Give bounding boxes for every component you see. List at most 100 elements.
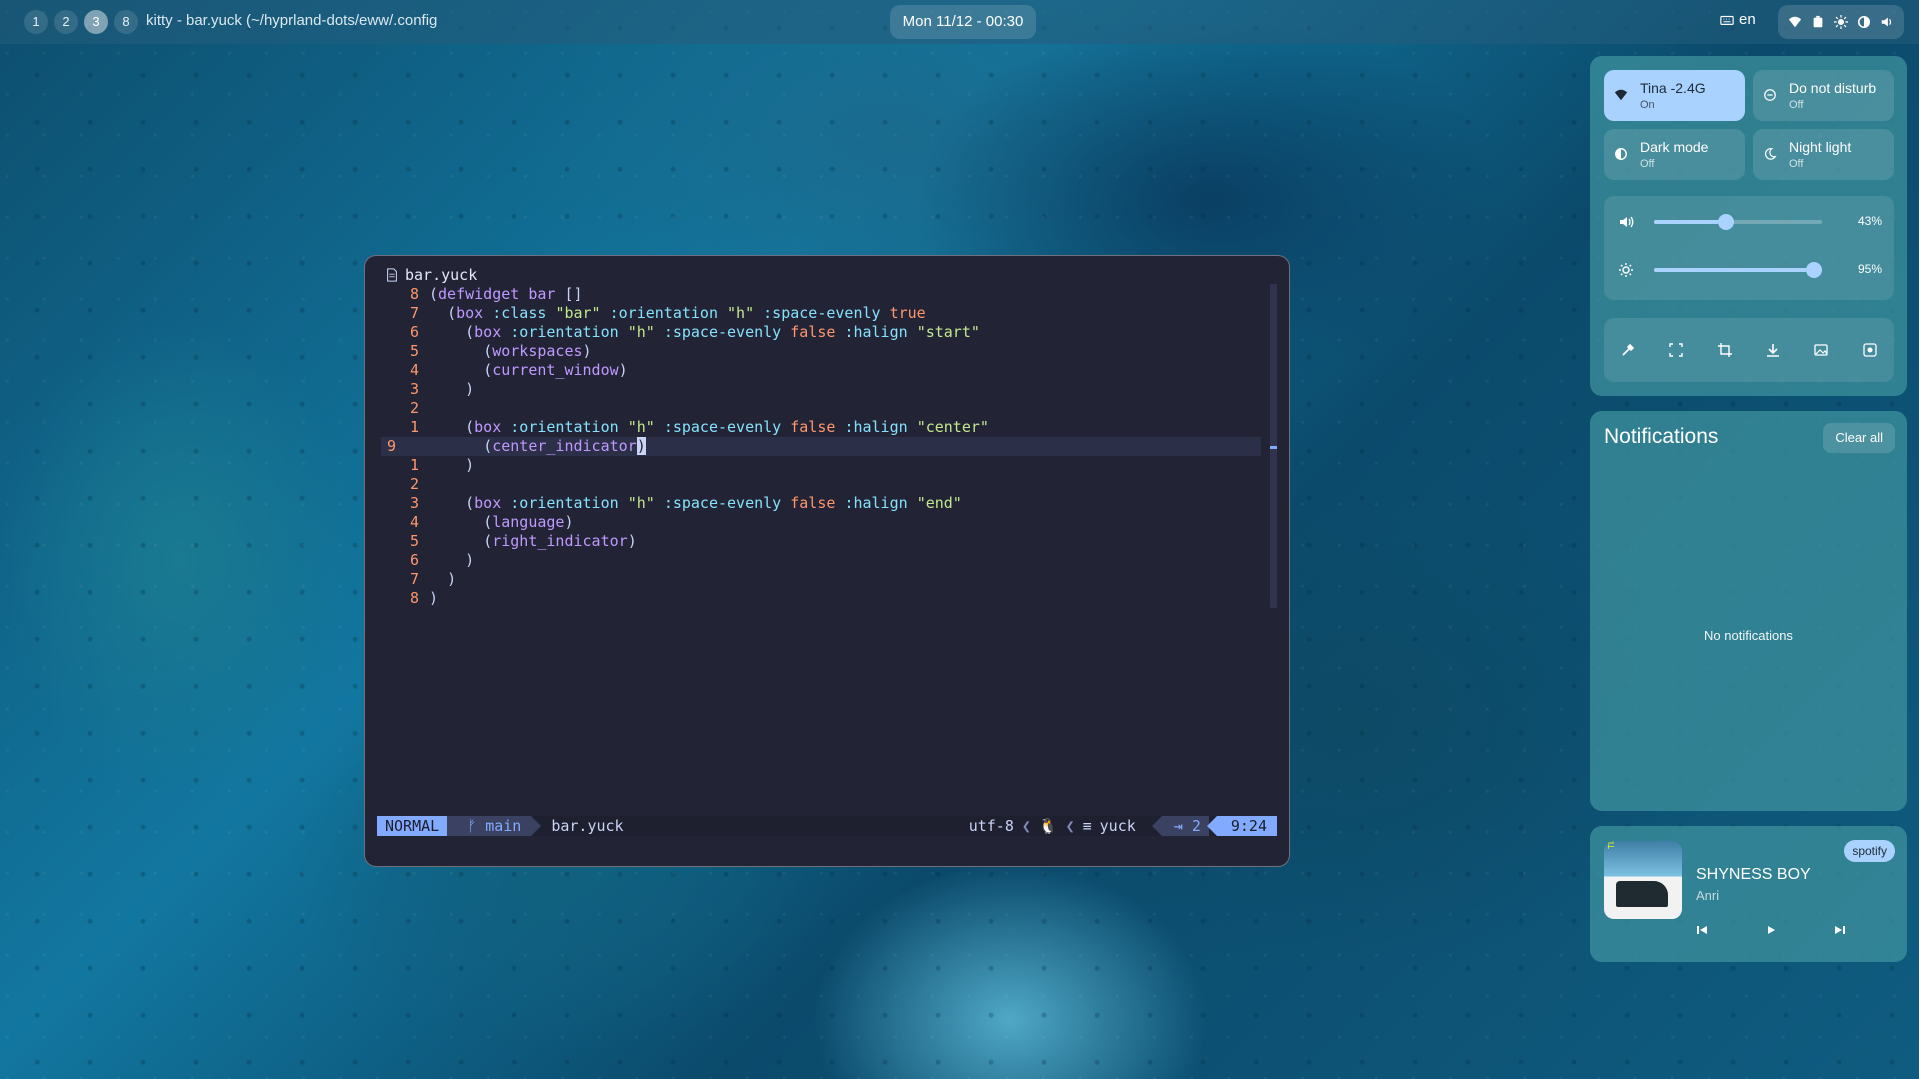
quick-settings-panel: Tina -2.4G On Do not disturb Off Dark mo… (1590, 56, 1907, 396)
color-picker-icon[interactable] (1620, 342, 1636, 358)
workspace-button-3[interactable]: 3 (84, 10, 108, 34)
language-label: en (1739, 11, 1756, 28)
crop-icon[interactable] (1717, 342, 1733, 358)
code-line: 4 (current_window) (409, 361, 628, 379)
toggle-state: Off (1640, 158, 1655, 170)
cursor-position: 9:24 (1206, 816, 1277, 836)
terminal-window[interactable]: bar.yuck 8 (defwidget bar [] 7 (box :clas… (364, 255, 1290, 867)
filetype: yuck (1099, 817, 1136, 835)
brightness-row: 95% (1604, 260, 1894, 280)
code-line: 7 (box :class "bar" :orientation "h" :sp… (409, 304, 926, 322)
mode-indicator: NORMAL (377, 816, 458, 836)
editor-file-header: bar.yuck (385, 266, 477, 284)
media-player: TIMELY!! SHYNESS BOY Anri spotify (1590, 826, 1907, 962)
fullscreen-capture-icon[interactable] (1668, 342, 1684, 358)
slider-group: 43% 95% (1604, 196, 1894, 300)
current-code-line: 9 (center_indicator) (381, 437, 1261, 456)
dnd-icon (1764, 89, 1776, 101)
quick-toggles: Tina -2.4G On Do not disturb Off Dark mo… (1604, 70, 1894, 180)
git-branch-label: main (485, 817, 522, 835)
brightness-icon (1619, 263, 1633, 277)
download-icon[interactable] (1765, 342, 1781, 358)
statusline-file: bar.yuck (551, 817, 624, 835)
contrast-icon (1857, 15, 1871, 29)
statusline-right: utf-8 ❮ 🐧 ❮ ≡ yuck ⇥ 2 9:24 (969, 816, 1277, 836)
night-light-toggle[interactable]: Night light Off (1753, 129, 1894, 180)
notifications-panel: Notifications Clear all No notifications (1590, 411, 1907, 811)
volume-percent: 43% (1857, 214, 1882, 228)
code-line: 1 ) (409, 456, 475, 474)
workspace-button-2[interactable]: 2 (54, 10, 78, 34)
previous-track-icon[interactable] (1696, 924, 1708, 936)
keyboard-icon (1720, 15, 1734, 25)
scrollbar-cursor-marker (1270, 446, 1277, 449)
toggle-state: On (1640, 99, 1655, 111)
code-line: 6 ) (409, 551, 475, 569)
system-indicators[interactable] (1778, 5, 1904, 39)
encoding: utf-8 (968, 817, 1014, 835)
brightness-knob[interactable] (1805, 262, 1822, 278)
language-indicator[interactable]: en (1720, 11, 1756, 28)
battery-icon (1813, 15, 1823, 28)
workspace-button-1[interactable]: 1 (24, 10, 48, 34)
volume-icon (1620, 216, 1634, 228)
contrast-icon (1615, 148, 1627, 160)
clock[interactable]: Mon 11/12 - 00:30 (890, 5, 1036, 39)
album-art-figure (1616, 881, 1668, 907)
top-bar: 1 2 3 8 kitty - bar.yuck (~/hyprland-dot… (0, 0, 1919, 44)
notifications-title: Notifications (1604, 425, 1719, 448)
active-window-title: kitty - bar.yuck (~/hyprland-dots/eww/.c… (146, 12, 438, 29)
code-line: 7 ) (409, 570, 457, 588)
brightness-icon (1834, 15, 1848, 29)
volume-slider[interactable] (1654, 214, 1822, 230)
code-line: 5 (right_indicator) (409, 532, 637, 550)
track-artist: Anri (1696, 888, 1720, 903)
editor-statusline: NORMAL ᚠ main bar.yuck utf-8 ❮ 🐧 ❮ ≡ yuc… (377, 816, 1277, 836)
code-buffer[interactable]: 8 (defwidget bar [] 7 (box :class "bar" :… (381, 285, 1261, 608)
dark-mode-toggle[interactable]: Dark mode Off (1604, 129, 1745, 180)
moon-icon (1764, 148, 1777, 160)
code-line: 2 (409, 475, 419, 493)
screen-record-icon[interactable] (1862, 342, 1878, 358)
separator: ❮ (1065, 817, 1075, 835)
code-line: 1 (box :orientation "h" :space-evenly fa… (409, 418, 989, 436)
linux-icon: 🐧 (1038, 817, 1058, 835)
code-line: 8) (409, 589, 439, 607)
toggle-name: Dark mode (1640, 139, 1709, 155)
screenshot-tools (1604, 318, 1894, 382)
media-controls (1696, 924, 1846, 936)
dnd-toggle[interactable]: Do not disturb Off (1753, 70, 1894, 121)
track-title: SHYNESS BOY (1696, 866, 1811, 883)
workspace-switcher: 1 2 3 8 (24, 10, 138, 34)
indent-setting: ⇥ 2 (1151, 816, 1209, 836)
wifi-icon (1614, 89, 1628, 101)
filetype-icon: ≡ (1082, 817, 1092, 835)
toggle-state: Off (1789, 158, 1804, 170)
workspace-button-8[interactable]: 8 (114, 10, 138, 34)
toggle-name: Do not disturb (1789, 80, 1877, 96)
brightness-slider[interactable] (1654, 262, 1822, 278)
volume-fill (1654, 220, 1727, 224)
file-icon (387, 268, 397, 282)
image-icon[interactable] (1813, 342, 1829, 358)
brightness-percent: 95% (1857, 262, 1882, 276)
code-line: 8 (defwidget bar [] (409, 285, 583, 303)
clear-all-button[interactable]: Clear all (1823, 423, 1895, 453)
wifi-toggle[interactable]: Tina -2.4G On (1604, 70, 1745, 121)
code-line: 3 ) (409, 380, 475, 398)
separator: ❮ (1021, 817, 1031, 835)
album-art-text: TIMELY!! (1607, 841, 1616, 849)
text-cursor: ) (636, 437, 646, 455)
code-line: 4 (language) (409, 513, 574, 531)
code-line: 3 (box :orientation "h" :space-evenly fa… (409, 494, 962, 512)
volume-row: 43% (1604, 212, 1894, 232)
next-track-icon[interactable] (1834, 924, 1846, 936)
volume-knob[interactable] (1718, 214, 1735, 230)
play-icon[interactable] (1765, 924, 1777, 936)
editor-file-name: bar.yuck (405, 266, 478, 284)
wifi-icon (1788, 16, 1802, 28)
toggle-name: Night light (1789, 139, 1852, 155)
media-source-badge: spotify (1844, 840, 1895, 862)
git-branch: ᚠ main (447, 816, 542, 836)
toggle-state: Off (1789, 99, 1804, 111)
